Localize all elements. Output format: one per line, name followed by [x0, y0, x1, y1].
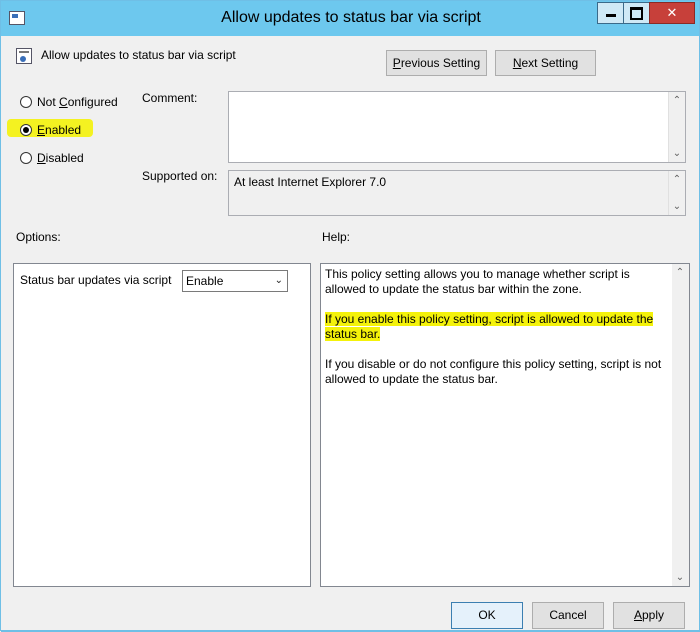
- supported-on-value: At least Internet Explorer 7.0: [234, 175, 387, 189]
- comment-label: Comment:: [142, 91, 198, 105]
- maximize-button[interactable]: [623, 2, 650, 24]
- minimize-icon: [605, 14, 616, 18]
- options-panel: [13, 263, 311, 587]
- scroll-down-icon[interactable]: ⌄: [669, 145, 685, 162]
- comment-textarea[interactable]: ⌃ ⌄: [228, 91, 686, 163]
- help-paragraph: This policy setting allows you to manage…: [325, 267, 630, 296]
- help-paragraph-highlighted: If you enable this policy setting, scrip…: [325, 312, 654, 341]
- policy-dialog: Allow updates to status bar via script ✕…: [0, 0, 700, 632]
- scroll-up-icon[interactable]: ⌃: [669, 92, 685, 109]
- help-label: Help:: [322, 230, 351, 244]
- radio-circle: [20, 124, 32, 136]
- title-bar[interactable]: Allow updates to status bar via script ✕: [1, 1, 699, 36]
- status-bar-dropdown-value: Enable: [186, 274, 224, 288]
- chevron-down-icon: ⌄: [274, 275, 283, 286]
- supported-on-label: Supported on:: [142, 169, 218, 183]
- policy-name: Allow updates to status bar via script: [41, 48, 236, 62]
- radio-circle: [20, 152, 32, 164]
- maximize-icon: [630, 7, 643, 21]
- help-scrollbar[interactable]: ⌃ ⌄: [672, 264, 689, 586]
- close-button[interactable]: ✕: [649, 2, 695, 24]
- apply-button[interactable]: Apply: [613, 602, 685, 629]
- help-paragraph: If you disable or do not configure this …: [325, 357, 662, 386]
- comment-scrollbar[interactable]: ⌃ ⌄: [668, 92, 685, 162]
- status-bar-dropdown[interactable]: Enable ⌄: [182, 270, 288, 292]
- minimize-button[interactable]: [597, 2, 624, 24]
- window-title: Allow updates to status bar via script: [221, 9, 481, 26]
- scroll-up-icon[interactable]: ⌃: [672, 264, 688, 281]
- options-label: Options:: [16, 230, 61, 244]
- previous-setting-button[interactable]: Previous Setting: [386, 50, 487, 76]
- status-bar-option-label: Status bar updates via script: [20, 273, 172, 287]
- scroll-down-icon[interactable]: ⌄: [672, 569, 688, 586]
- supported-on-field: At least Internet Explorer 7.0 ⌃ ⌄: [228, 170, 686, 216]
- radio-circle: [20, 96, 32, 108]
- scroll-down-icon[interactable]: ⌄: [669, 198, 685, 215]
- ok-button[interactable]: OK: [451, 602, 523, 629]
- cancel-button[interactable]: Cancel: [532, 602, 604, 629]
- help-text: This policy setting allows you to manage…: [325, 267, 665, 402]
- next-setting-button[interactable]: Next Setting: [495, 50, 596, 76]
- policy-icon: [16, 48, 32, 64]
- scroll-up-icon[interactable]: ⌃: [669, 171, 685, 188]
- supported-scrollbar[interactable]: ⌃ ⌄: [668, 171, 685, 215]
- close-icon: ✕: [666, 5, 678, 20]
